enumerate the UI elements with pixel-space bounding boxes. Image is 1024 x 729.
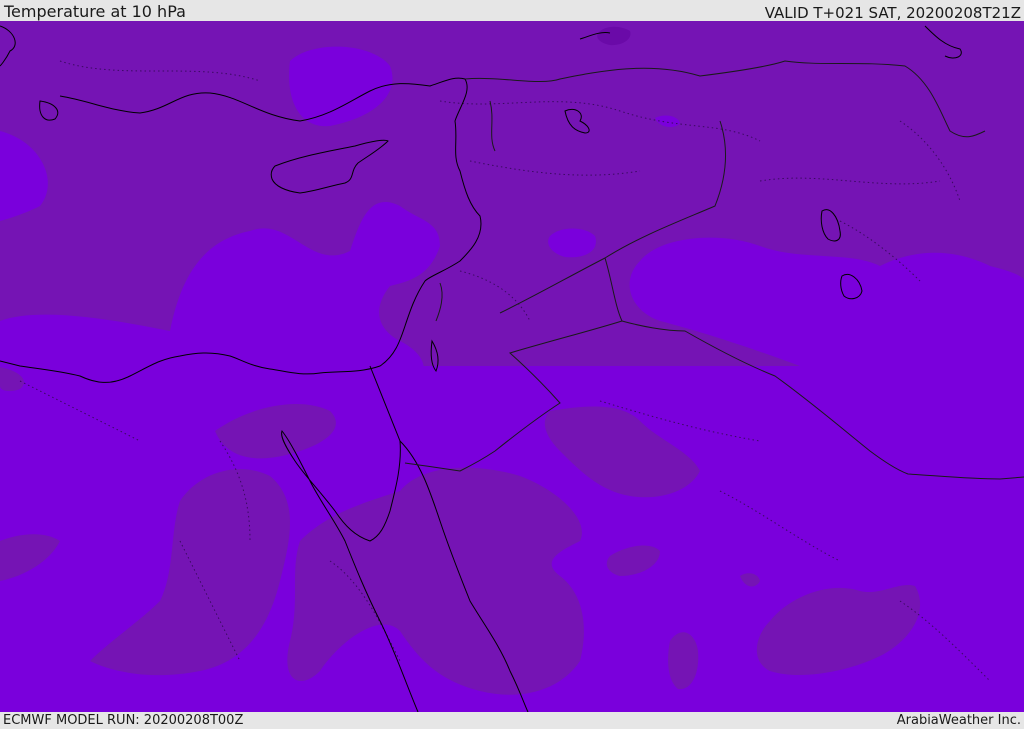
temperature-map xyxy=(0,21,1024,712)
footer-bar: ECMWF MODEL RUN: 20200208T00Z ArabiaWeat… xyxy=(0,712,1024,729)
header-bar: Temperature at 10 hPa VALID T+021 SAT, 2… xyxy=(0,0,1024,21)
credit-label: ArabiaWeather Inc. xyxy=(896,713,1021,728)
map-canvas[interactable] xyxy=(0,21,1024,712)
map-title: Temperature at 10 hPa xyxy=(4,2,186,21)
model-run-label: ECMWF MODEL RUN: 20200208T00Z xyxy=(3,713,244,728)
valid-time: VALID T+021 SAT, 20200208T21Z xyxy=(764,4,1021,22)
